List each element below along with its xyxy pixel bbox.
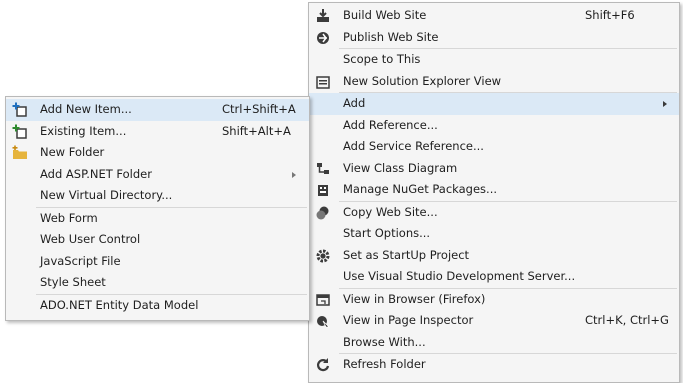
menu-item-web-form[interactable]: Web Form [6, 208, 309, 230]
class-diagram-icon [315, 161, 331, 177]
menu-item-label: Style Sheet [40, 275, 106, 289]
new-folder-icon [12, 145, 28, 161]
publish-globe-icon [315, 30, 331, 46]
menu-item-label: Copy Web Site... [343, 204, 438, 219]
menu-item-label: New Solution Explorer View [343, 73, 502, 88]
menu-item-label: Set as StartUp Project [343, 247, 470, 262]
menu-item-label: JavaScript File [40, 253, 121, 268]
menu-item-shortcut: Shift+F6 [585, 8, 635, 22]
refresh-icon [315, 357, 331, 373]
menu-item-view-in-browser[interactable]: View in Browser (Firefox) [309, 289, 679, 311]
menu-item-set-as-startup-project[interactable]: Set as StartUp Project [309, 245, 679, 267]
menu-item-new-solution-explorer-view[interactable]: New Solution Explorer View [309, 71, 679, 93]
menu-item-add-new-item[interactable]: Add New Item... Ctrl+Shift+A [6, 99, 309, 121]
menu-item-shortcut: Ctrl+Shift+A [222, 102, 296, 116]
menu-item-add-aspnet-folder[interactable]: Add ASP.NET Folder [6, 164, 309, 186]
copy-web-site-icon [315, 205, 331, 221]
menu-item-ado-net-entity-data-model[interactable]: ADO.NET Entity Data Model [6, 295, 309, 317]
menu-item-refresh-folder[interactable]: Refresh Folder [309, 354, 679, 376]
menu-item-style-sheet[interactable]: Style Sheet [6, 272, 309, 294]
solution-explorer-icon [315, 74, 331, 90]
menu-item-view-class-diagram[interactable]: View Class Diagram [309, 158, 679, 180]
menu-item-add-reference[interactable]: Add Reference... [309, 115, 679, 137]
menu-item-label: Web Form [40, 210, 98, 225]
menu-item-label: Web User Control [40, 232, 141, 246]
menu-item-build-web-site[interactable]: Build Web Site Shift+F6 [309, 5, 679, 27]
menu-item-javascript-file[interactable]: JavaScript File [6, 251, 309, 273]
existing-item-icon [12, 124, 28, 140]
submenu-arrow-icon [663, 101, 667, 107]
menu-item-label: Add ASP.NET Folder [40, 166, 152, 181]
add-new-item-icon [12, 102, 28, 118]
menu-item-label: View in Browser (Firefox) [343, 291, 486, 306]
menu-item-new-virtual-directory[interactable]: New Virtual Directory... [6, 185, 309, 207]
menu-item-label: Existing Item... [40, 123, 127, 138]
menu-item-existing-item[interactable]: Existing Item... Shift+Alt+A [6, 121, 309, 143]
menu-item-label: Build Web Site [343, 8, 427, 22]
menu-item-label: Browse With... [343, 334, 426, 349]
menu-item-label: New Folder [40, 145, 105, 159]
menu-item-add[interactable]: Add [309, 93, 679, 115]
gear-icon [315, 248, 331, 264]
menu-item-add-service-reference[interactable]: Add Service Reference... [309, 136, 679, 158]
menu-item-view-in-page-inspector[interactable]: View in Page Inspector Ctrl+K, Ctrl+G [309, 310, 679, 332]
submenu-arrow-icon [292, 171, 296, 178]
menu-item-label: Refresh Folder [343, 357, 426, 371]
menu-item-use-dev-server[interactable]: Use Visual Studio Development Server... [309, 266, 679, 288]
nuget-package-icon [315, 182, 331, 198]
menu-item-label: Start Options... [343, 226, 431, 240]
menu-item-start-options[interactable]: Start Options... [309, 223, 679, 245]
add-submenu: Add New Item... Ctrl+Shift+A Existing It… [5, 96, 310, 321]
menu-item-label: Manage NuGet Packages... [343, 182, 498, 196]
menu-item-manage-nuget-packages[interactable]: Manage NuGet Packages... [309, 179, 679, 201]
menu-item-shortcut: Ctrl+K, Ctrl+G [585, 313, 669, 327]
browser-window-icon [315, 292, 331, 308]
menu-item-new-folder[interactable]: New Folder [6, 142, 309, 164]
menu-item-label: New Virtual Directory... [40, 188, 173, 202]
menu-item-label: Add New Item... [40, 102, 132, 116]
menu-item-scope-to-this[interactable]: Scope to This [309, 49, 679, 71]
page-inspector-icon [315, 313, 331, 329]
menu-item-label: Add Reference... [343, 117, 438, 132]
menu-item-web-user-control[interactable]: Web User Control [6, 229, 309, 251]
menu-item-label: ADO.NET Entity Data Model [40, 297, 199, 312]
context-menu: Build Web Site Shift+F6 Publish Web Site… [308, 2, 680, 383]
build-icon [315, 8, 331, 24]
menu-item-publish-web-site[interactable]: Publish Web Site [309, 27, 679, 49]
menu-item-label: Scope to This [343, 52, 421, 66]
menu-item-label: Publish Web Site [343, 29, 439, 44]
menu-item-browse-with[interactable]: Browse With... [309, 332, 679, 354]
menu-item-label: Add Service Reference... [343, 139, 484, 153]
menu-item-label: View Class Diagram [343, 160, 458, 175]
menu-item-label: Add [343, 96, 366, 110]
menu-item-copy-web-site[interactable]: Copy Web Site... [309, 202, 679, 224]
menu-item-label: Use Visual Studio Development Server... [343, 269, 576, 283]
menu-item-shortcut: Shift+Alt+A [222, 123, 291, 138]
menu-item-label: View in Page Inspector [343, 313, 474, 327]
